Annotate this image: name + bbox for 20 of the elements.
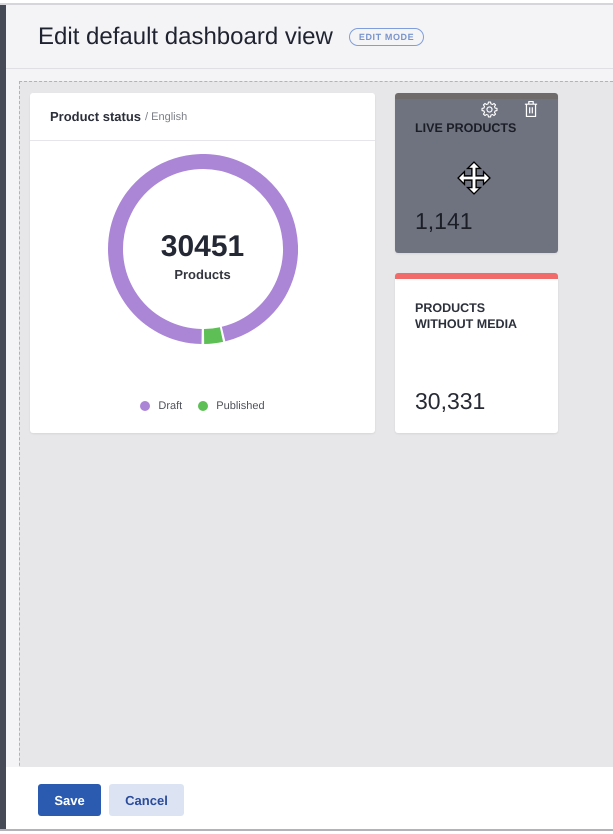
stat-value: 1,141 bbox=[415, 208, 473, 234]
legend-label: Published bbox=[216, 400, 265, 412]
card-title: Product status bbox=[50, 109, 142, 124]
save-button[interactable]: Save bbox=[38, 784, 101, 816]
stat-title: PRODUCTS WITHOUT MEDIA bbox=[415, 300, 518, 332]
chart-card[interactable]: Product status / English 30451 Products Draft Published bbox=[30, 93, 375, 433]
stat-title: LIVE PRODUCTS bbox=[415, 120, 516, 136]
mode-badge: EDIT MODE bbox=[348, 28, 424, 46]
total-count: 30451 bbox=[160, 230, 244, 264]
stat-card[interactable]: LIVE PRODUCTS 1,141 bbox=[395, 93, 558, 253]
cancel-button[interactable]: Cancel bbox=[109, 784, 184, 816]
move-cursor-icon bbox=[456, 160, 490, 194]
stat-card[interactable]: PRODUCTS WITHOUT MEDIA 30,331 bbox=[395, 273, 558, 433]
stat-value: 30,331 bbox=[415, 388, 486, 414]
legend-label: Draft bbox=[158, 400, 182, 412]
total-label: Products bbox=[174, 267, 231, 282]
trash-icon[interactable] bbox=[524, 100, 538, 118]
card-subtitle: / English bbox=[145, 110, 188, 122]
settings-icon[interactable] bbox=[481, 101, 498, 118]
page-title: Edit default dashboard view bbox=[38, 22, 333, 50]
